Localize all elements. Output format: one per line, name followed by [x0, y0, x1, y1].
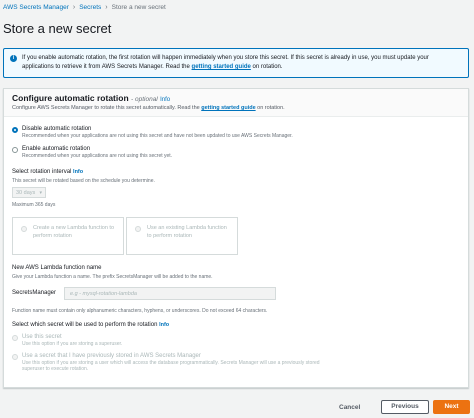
- radio-description: Recommended when your applications are n…: [22, 133, 293, 139]
- lambda-name-label: New AWS Lambda function name: [12, 265, 102, 271]
- panel-description: Configure AWS Secrets Manager to rotate …: [12, 105, 460, 111]
- which-secret-label-text: Select which secret will be used to perf…: [12, 322, 158, 328]
- tile-label: Create a new Lambda function to perform …: [33, 225, 115, 239]
- footer: Cancel Previous Next: [0, 400, 474, 414]
- panel-title-text: Configure automatic rotation: [12, 93, 129, 103]
- radio-use-stored-secret[interactable]: Use a secret that I have previously stor…: [12, 353, 342, 372]
- radio-description: Use this option if you are storing a use…: [22, 360, 320, 372]
- chevron-down-icon: ▾: [39, 190, 42, 196]
- lambda-name-description: Give your Lambda function a name. The pr…: [12, 274, 213, 280]
- breadcrumb-item-secrets-manager[interactable]: AWS Secrets Manager: [3, 4, 69, 11]
- lambda-name-constraint: Function name must contain only alphanum…: [12, 308, 268, 314]
- rotation-interval-label-text: Select rotation interval: [12, 169, 72, 175]
- rotation-interval-hint: Maximum 365 days: [12, 202, 56, 208]
- panel-desc-text-end: on rotation.: [255, 105, 285, 111]
- which-secret-info-link[interactable]: Info: [159, 322, 169, 328]
- lambda-name-input[interactable]: e.g - mysql-rotation-lambda: [64, 287, 276, 300]
- panel-info-link[interactable]: Info: [160, 97, 170, 103]
- next-button[interactable]: Next: [433, 400, 470, 414]
- rotation-interval-select[interactable]: 30 days ▾: [12, 187, 46, 198]
- info-icon: i: [10, 55, 17, 62]
- rotation-interval-value: 30 days: [16, 190, 36, 196]
- radio-disabled-icon[interactable]: [135, 226, 141, 232]
- info-banner: i If you enable automatic rotation, the …: [3, 48, 469, 78]
- panel-title: Configure automatic rotation - optional …: [12, 93, 460, 103]
- tile-create-lambda[interactable]: Create a new Lambda function to perform …: [12, 217, 124, 255]
- getting-started-link[interactable]: getting started guide: [192, 64, 251, 70]
- radio-description: Recommended when your applications are n…: [22, 153, 173, 159]
- page-title: Store a new secret: [3, 21, 112, 36]
- radio-unselected-icon[interactable]: [12, 147, 18, 153]
- optional-label: - optional: [131, 96, 158, 103]
- radio-description: Use this option if you are storing a sup…: [22, 341, 123, 347]
- breadcrumb: AWS Secrets Manager › Secrets › Store a …: [3, 2, 166, 12]
- radio-label: Enable automatic rotation: [22, 146, 91, 152]
- cancel-button[interactable]: Cancel: [339, 404, 360, 411]
- lambda-name-prefix: SecretsManager: [12, 290, 57, 296]
- panel-header: Configure automatic rotation - optional …: [4, 89, 468, 117]
- radio-label: Disable automatic rotation: [22, 126, 92, 132]
- tile-existing-lambda[interactable]: Use an existing Lambda function to perfo…: [126, 217, 238, 255]
- radio-enable-rotation[interactable]: Enable automatic rotation Recommended wh…: [12, 146, 172, 159]
- radio-use-this-secret[interactable]: Use this secret Use this option if you a…: [12, 334, 122, 347]
- radio-selected-icon[interactable]: [12, 127, 18, 133]
- radio-disabled-icon[interactable]: [21, 226, 27, 232]
- radio-disabled-icon[interactable]: [12, 335, 18, 341]
- rotation-interval-info-link[interactable]: Info: [73, 169, 83, 175]
- panel-desc-text: Configure AWS Secrets Manager to rotate …: [12, 105, 202, 111]
- radio-disabled-icon[interactable]: [12, 354, 18, 360]
- which-secret-label: Select which secret will be used to perf…: [12, 322, 169, 328]
- radio-label: Use a secret that I have previously stor…: [22, 353, 201, 359]
- previous-button[interactable]: Previous: [381, 400, 429, 414]
- info-banner-text-end: on rotation.: [250, 64, 283, 70]
- chevron-right-icon: ›: [72, 3, 76, 11]
- tile-label: Use an existing Lambda function to perfo…: [147, 225, 227, 239]
- breadcrumb-item-secrets[interactable]: Secrets: [79, 4, 101, 11]
- rotation-interval-description: This secret will be rotated based on the…: [12, 178, 155, 184]
- panel-getting-started-link[interactable]: getting started guide: [201, 105, 255, 111]
- chevron-right-icon: ›: [105, 3, 108, 11]
- rotation-panel: Configure automatic rotation - optional …: [3, 88, 469, 388]
- radio-label: Use this secret: [22, 334, 62, 340]
- rotation-interval-label: Select rotation interval Info: [12, 169, 83, 175]
- radio-disable-rotation[interactable]: Disable automatic rotation Recommended w…: [12, 126, 293, 139]
- breadcrumb-current: Store a new secret: [111, 3, 166, 11]
